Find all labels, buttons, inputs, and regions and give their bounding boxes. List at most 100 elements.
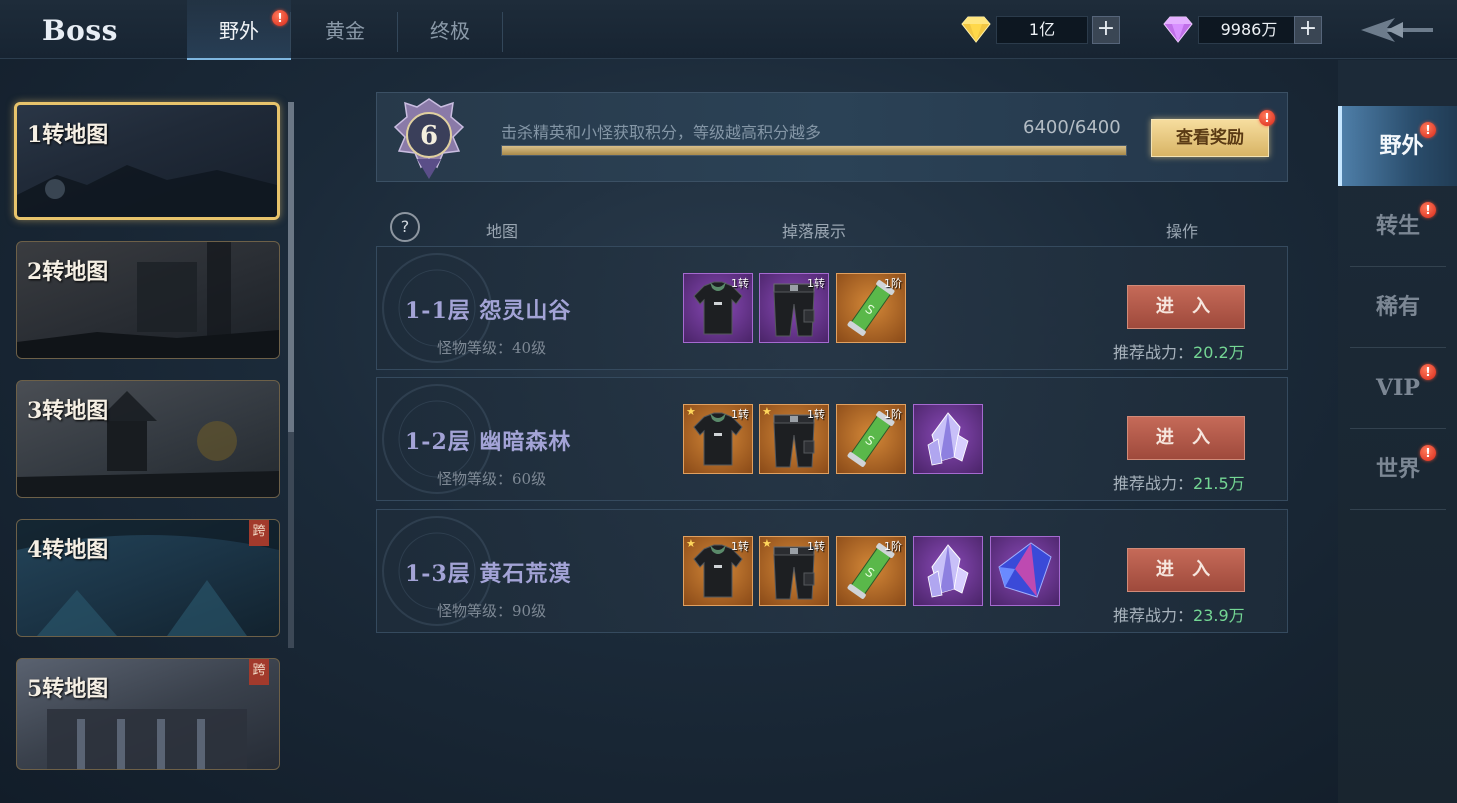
item-tier-tag: 1阶	[884, 277, 902, 290]
table-row: 1-2层 幽暗森林 怪物等级：60级 ★ 1转 ★ 1转 S 1阶进 入推荐战力：21.5万	[376, 377, 1288, 501]
map-card-label: 5转地图	[27, 676, 109, 702]
purple-diamond-icon	[1163, 16, 1193, 43]
drop-item-scroll[interactable]: S 1阶	[836, 404, 906, 474]
tab-divider	[502, 12, 503, 52]
purple-diamond-currency: 9986万 +	[1162, 14, 1322, 44]
score-value: 6400/6400	[1023, 117, 1121, 138]
map-card-label: 4转地图	[27, 537, 109, 563]
side-tab-rare[interactable]: 稀有	[1350, 267, 1446, 348]
floor-name: 1-1层 怨灵山谷	[405, 298, 572, 324]
drop-item-shirt[interactable]: ★ 1转	[683, 536, 753, 606]
table-row: 1-3层 黄石荒漠 怪物等级：90级 ★ 1转 ★ 1转 S 1阶进 入推荐战力：23.9万	[376, 509, 1288, 633]
recommended-power: 推荐战力：21.5万	[1113, 470, 1245, 494]
power-value: 21.5万	[1193, 474, 1245, 493]
star-icon: ★	[762, 537, 772, 550]
level-badge-icon: 6	[393, 98, 465, 179]
recommended-power: 推荐战力：23.9万	[1113, 602, 1245, 626]
map-card-1[interactable]: 1转地图	[14, 102, 280, 220]
recommended-power: 推荐战力：20.2万	[1113, 339, 1245, 363]
map-card-3[interactable]: 3转地图	[16, 380, 280, 498]
tab-gold[interactable]: 黄金	[293, 0, 397, 58]
drop-item-crystal[interactable]	[913, 536, 983, 606]
power-value: 20.2万	[1193, 343, 1245, 362]
score-description: 击杀精英和小怪获取积分，等级越高积分越多	[501, 123, 822, 142]
add-gold-button[interactable]: +	[1092, 16, 1120, 44]
item-tier-tag: 1转	[731, 540, 749, 553]
drop-item-gem[interactable]	[990, 536, 1060, 606]
back-arrow-icon[interactable]	[1357, 16, 1437, 44]
item-tier-tag: 1阶	[884, 408, 902, 421]
power-label: 推荐战力：	[1113, 606, 1194, 625]
top-bar: Boss 野外 ! 黄金 终极 1亿 + 9986万 +	[0, 0, 1457, 60]
power-label: 推荐战力：	[1113, 343, 1194, 362]
drop-item-pants[interactable]: ★ 1转	[759, 404, 829, 474]
shirt-icon	[684, 281, 752, 342]
power-label: 推荐战力：	[1113, 474, 1194, 493]
star-icon: ★	[762, 405, 772, 418]
enter-button[interactable]: 进 入	[1127, 285, 1245, 329]
cross-server-badge: 跨	[249, 520, 269, 546]
item-tier-tag: 1转	[807, 408, 825, 421]
item-tier-tag: 1阶	[884, 540, 902, 553]
purple-diamond-amount: 9986万	[1198, 16, 1300, 44]
map-card-5[interactable]: 5转地图 跨	[16, 658, 280, 770]
gold-diamond-icon	[961, 16, 991, 43]
monster-level: 怪物等级：60级	[437, 470, 547, 488]
item-tier-tag: 1转	[731, 408, 749, 421]
floor-name: 1-3层 黄石荒漠	[405, 561, 572, 587]
drop-item-shirt[interactable]: ★ 1转	[683, 404, 753, 474]
tab-wild[interactable]: 野外	[187, 0, 291, 60]
side-tab-vip-alert: !	[1420, 364, 1436, 380]
scroll-icon: S	[837, 280, 905, 342]
item-tier-tag: 1转	[807, 277, 825, 290]
table-row: 1-1层 怨灵山谷 怪物等级：40级 1转 1转 S 1阶进 入推荐战力：20.2万	[376, 246, 1288, 370]
star-icon: ★	[686, 405, 696, 418]
map-list-scrollbar[interactable]	[288, 102, 294, 648]
column-header-drops: 掉落展示	[782, 222, 847, 241]
side-tab-world[interactable]: 世界	[1350, 429, 1446, 510]
column-header-action: 操作	[1166, 222, 1199, 241]
side-tab-rebirth-alert: !	[1420, 202, 1436, 218]
help-icon[interactable]: ?	[390, 212, 420, 242]
cross-server-badge: 跨	[249, 659, 269, 685]
drop-item-scroll[interactable]: S 1阶	[836, 536, 906, 606]
drop-item-scroll[interactable]: S 1阶	[836, 273, 906, 343]
map-card-label: 2转地图	[27, 259, 109, 285]
drop-item-shirt[interactable]: 1转	[683, 273, 753, 343]
tab-wild-alert-badge: !	[272, 10, 288, 26]
pants-icon	[760, 283, 828, 342]
floor-name: 1-2层 幽暗森林	[405, 429, 572, 455]
side-tab-rebirth[interactable]: 转生	[1350, 186, 1446, 267]
drop-item-crystal[interactable]	[913, 404, 983, 474]
map-card-2[interactable]: 2转地图	[16, 241, 280, 359]
add-purple-diamond-button[interactable]: +	[1294, 16, 1322, 44]
side-tab-wild[interactable]: 野外	[1338, 106, 1457, 186]
drop-item-pants[interactable]: 1转	[759, 273, 829, 343]
item-tier-tag: 1转	[731, 277, 749, 290]
shirt-icon	[684, 412, 752, 473]
scrollbar-thumb[interactable]	[288, 102, 294, 432]
item-tier-tag: 1转	[807, 540, 825, 553]
enter-button[interactable]: 进 入	[1127, 548, 1245, 592]
enter-button[interactable]: 进 入	[1127, 416, 1245, 460]
monster-level: 怪物等级：40级	[437, 339, 547, 357]
star-icon: ★	[686, 537, 696, 550]
tab-divider	[290, 12, 291, 52]
gold-diamond-amount: 1亿	[996, 16, 1088, 44]
shirt-icon	[684, 544, 752, 605]
tab-ultimate[interactable]: 终极	[398, 0, 502, 58]
level-number: 6	[420, 121, 438, 151]
drop-item-pants[interactable]: ★ 1转	[759, 536, 829, 606]
pants-icon	[760, 546, 828, 605]
scroll-icon: S	[837, 543, 905, 605]
crystal-icon	[914, 412, 982, 473]
power-value: 23.9万	[1193, 606, 1245, 625]
rewards-alert-badge: !	[1259, 110, 1275, 126]
gem-icon	[991, 542, 1059, 605]
gold-diamond-currency: 1亿 +	[960, 14, 1120, 44]
view-rewards-button[interactable]: 查看奖励	[1151, 119, 1269, 157]
map-card-4[interactable]: 4转地图 跨	[16, 519, 280, 637]
scroll-icon: S	[837, 411, 905, 473]
side-tab-vip[interactable]: VIP	[1350, 348, 1446, 429]
side-tab-wild-alert: !	[1420, 122, 1436, 138]
